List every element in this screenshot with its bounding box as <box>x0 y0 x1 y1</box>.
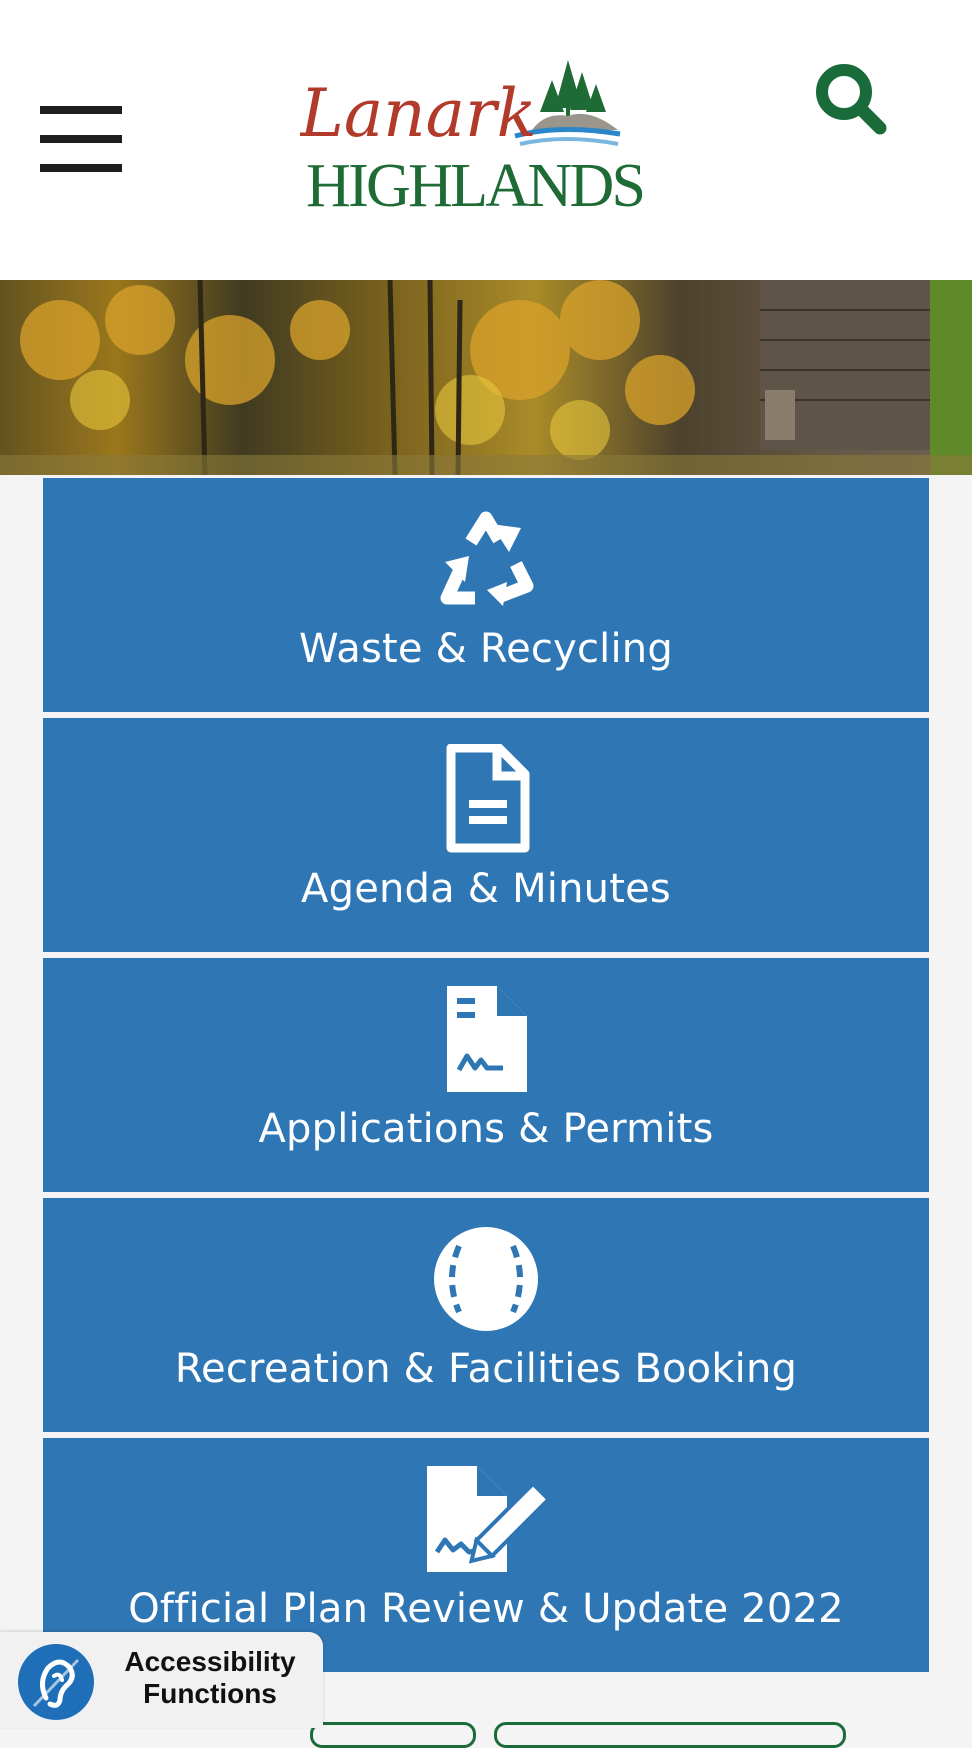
tile-label: Waste & Recycling <box>299 626 673 672</box>
quick-links: Waste & Recycling Agenda & Minutes Appli… <box>43 478 929 1678</box>
ear-icon <box>18 1644 94 1720</box>
search-icon[interactable] <box>812 60 892 140</box>
menu-bar <box>40 135 122 143</box>
site-header: Lanark HIGHLANDS <box>0 0 972 280</box>
accessibility-label: Accessibility Functions <box>105 1646 315 1710</box>
hero-image <box>0 280 972 475</box>
accessibility-functions-button[interactable]: Accessibility Functions <box>0 1632 323 1728</box>
bottom-button-partial[interactable] <box>494 1722 846 1748</box>
tile-label: Agenda & Minutes <box>301 866 671 912</box>
accessibility-line2: Functions <box>143 1678 277 1709</box>
signed-document-icon <box>447 986 527 1092</box>
tile-agenda-minutes[interactable]: Agenda & Minutes <box>43 718 929 952</box>
accessibility-line1: Accessibility <box>124 1646 296 1677</box>
tile-recreation-facilities[interactable]: Recreation & Facilities Booking <box>43 1198 929 1432</box>
hamburger-menu-icon[interactable] <box>40 106 122 172</box>
logo-main-text: HIGHLANDS <box>306 152 646 220</box>
menu-bar <box>40 106 122 114</box>
recycle-icon <box>440 511 534 606</box>
logo-graphic: Lanark HIGHLANDS <box>299 60 646 220</box>
document-edit-icon <box>427 1466 551 1572</box>
baseball-icon <box>434 1227 538 1331</box>
site-logo[interactable]: Lanark HIGHLANDS <box>299 50 660 220</box>
menu-bar <box>40 164 122 172</box>
tile-label: Applications & Permits <box>258 1106 714 1152</box>
document-icon <box>446 744 530 853</box>
tile-label: Official Plan Review & Update 2022 <box>128 1586 844 1632</box>
tile-waste-recycling[interactable]: Waste & Recycling <box>43 478 929 712</box>
logo-script-text: Lanark <box>300 75 537 152</box>
tile-applications-permits[interactable]: Applications & Permits <box>43 958 929 1192</box>
bottom-button-partial[interactable] <box>310 1722 476 1748</box>
tile-label: Recreation & Facilities Booking <box>174 1346 798 1392</box>
